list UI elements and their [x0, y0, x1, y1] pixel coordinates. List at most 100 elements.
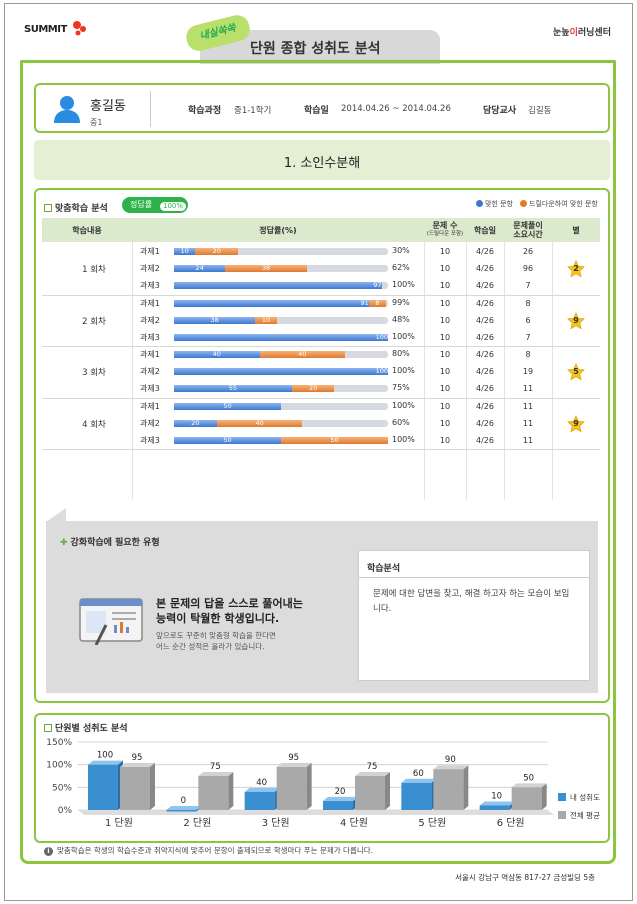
- task-name: 과제2: [140, 264, 160, 273]
- progress-bar: 50 50: [174, 436, 388, 444]
- cell-count: 10: [439, 298, 451, 308]
- reinforce-sub-message: 앞으로도 꾸준히 맞춤형 학습을 한다면 어느 순간 성적은 올라가 있습니다.: [156, 631, 276, 651]
- correct-rate-pill: 정답률 100%: [122, 197, 188, 213]
- teacher-value: 김길동: [528, 106, 552, 116]
- task-name: 과제1: [140, 401, 160, 411]
- th-date: 학습일: [473, 225, 497, 235]
- x-tick-label: 5 단원: [418, 817, 446, 829]
- drilldown-bar-segment: 10: [255, 316, 277, 324]
- star-count: 9: [573, 315, 579, 325]
- data-label: 40: [256, 778, 267, 788]
- bar-top: [88, 760, 123, 765]
- progress-bar: 24 38: [174, 265, 388, 272]
- cell-time: 6: [525, 315, 531, 325]
- row-divider: [42, 397, 600, 399]
- row-divider: [42, 449, 600, 450]
- bar-top: [401, 778, 437, 783]
- bar-mine: [166, 810, 197, 812]
- th-count: 문제 수 (드릴다운 포함): [426, 221, 464, 237]
- student-info: 홍길동 중1 학습과정 중1-1학기 학습일 2014.04.26 ~ 2014…: [34, 83, 610, 133]
- cell-date: 4/26: [476, 247, 494, 256]
- bar-average: [276, 766, 307, 810]
- section-square-icon: [44, 724, 52, 732]
- cell-date: 4/26: [476, 418, 494, 428]
- chart-floor: [78, 810, 554, 815]
- correct-rate-value: 48%: [392, 314, 410, 324]
- task-name: 과제2: [140, 367, 160, 376]
- th-time: 문제풀이 소요시간: [513, 221, 543, 239]
- task-name: 과제1: [140, 350, 160, 359]
- legend-label: 내 성취도: [570, 793, 600, 802]
- reinforce-message: 본 문제의 답을 스스로 풀어내는 능력이 탁월한 학생입니다.: [156, 597, 303, 625]
- correct-bar-segment: 91: [174, 299, 369, 307]
- bar-mine: [401, 782, 432, 810]
- cell-date: 4/26: [476, 264, 494, 273]
- correct-rate-value: 80%: [392, 349, 410, 358]
- drilldown-bar-segment: 40: [259, 351, 346, 358]
- summit-logo: SUMMIT: [24, 24, 67, 35]
- data-label: 0: [181, 796, 186, 806]
- legend-correct: 맞힌 문항: [476, 199, 513, 209]
- task-name: 과제2: [140, 315, 160, 325]
- progress-bar: 38 10: [174, 316, 388, 324]
- task-name: 과제3: [140, 384, 160, 393]
- cell-count: 10: [439, 247, 451, 256]
- bar-side: [541, 783, 547, 810]
- star-count: 9: [573, 418, 579, 428]
- correct-bar-segment: 40: [174, 351, 260, 358]
- star-icon: 9: [567, 311, 585, 330]
- user-icon: [54, 96, 80, 123]
- address: 서울시 강남구 역삼동 817-27 금성빌딩 5층: [455, 873, 595, 882]
- cell-time: 11: [522, 384, 534, 393]
- data-label: 10: [491, 791, 502, 801]
- cell-count: 10: [439, 401, 451, 411]
- bar-side: [228, 772, 234, 810]
- data-label: 95: [132, 753, 143, 763]
- x-tick-label: 2 단원: [183, 817, 211, 829]
- task-name: 과제3: [140, 435, 160, 445]
- y-tick-label: 0%: [58, 806, 73, 816]
- cell-count: 10: [439, 350, 451, 359]
- bar-average: [120, 766, 150, 810]
- correct-rate-value: 100%: [392, 366, 415, 375]
- progress-bar: 50: [174, 402, 388, 410]
- task-name: 과제2: [140, 418, 160, 428]
- row-divider: [42, 346, 600, 347]
- cell-date: 4/26: [476, 350, 494, 359]
- cell-date: 4/26: [476, 298, 494, 308]
- progress-bar: 40 40: [174, 351, 388, 358]
- drilldown-bar-segment: 8: [368, 299, 386, 307]
- correct-bar-segment: 50: [174, 402, 281, 410]
- th-rate: 정답률(%): [259, 225, 297, 235]
- correct-rate-value: 100%: [392, 400, 415, 410]
- star-icon: 2: [567, 259, 585, 278]
- correct-rate-value: 30%: [392, 246, 410, 255]
- bar-side: [463, 765, 469, 810]
- data-label: 20: [335, 787, 346, 797]
- legend-drilldown: 드릴다운하여 맞힌 문항: [520, 199, 598, 209]
- task-name: 과제1: [140, 247, 160, 256]
- correct-bar-segment: 20: [174, 419, 217, 427]
- bar-top: [166, 806, 202, 810]
- report-board-icon: [79, 598, 143, 645]
- student-grade: 중1: [90, 118, 103, 127]
- blue-dot-icon: [476, 200, 483, 207]
- correct-bar-segment: 100: [174, 333, 388, 341]
- orange-dot-icon: [520, 200, 527, 207]
- analysis-box: 학습분석 문제에 대한 답변을 찾고, 해결 하고자 하는 모습이 보입니다.: [358, 550, 590, 681]
- cell-time: 11: [522, 435, 534, 445]
- cell-count: 10: [439, 332, 451, 342]
- progress-bar: 91 8: [174, 299, 388, 307]
- cell-date: 4/26: [476, 281, 494, 290]
- y-tick-label: 150%: [46, 738, 72, 748]
- unit-title: 1. 소인수분해: [283, 156, 361, 171]
- cell-count: 10: [439, 264, 451, 273]
- correct-rate-value: 100%: [392, 434, 415, 444]
- drilldown-bar-segment: 40: [216, 419, 303, 427]
- correct-bar-segment: 24: [174, 265, 226, 272]
- bar-average: [511, 787, 542, 810]
- cell-count: 10: [439, 435, 451, 445]
- bar-mine: [88, 764, 118, 810]
- page-title: 단원 종합 성취도 분석: [250, 41, 381, 57]
- y-tick-label: 50%: [52, 783, 72, 793]
